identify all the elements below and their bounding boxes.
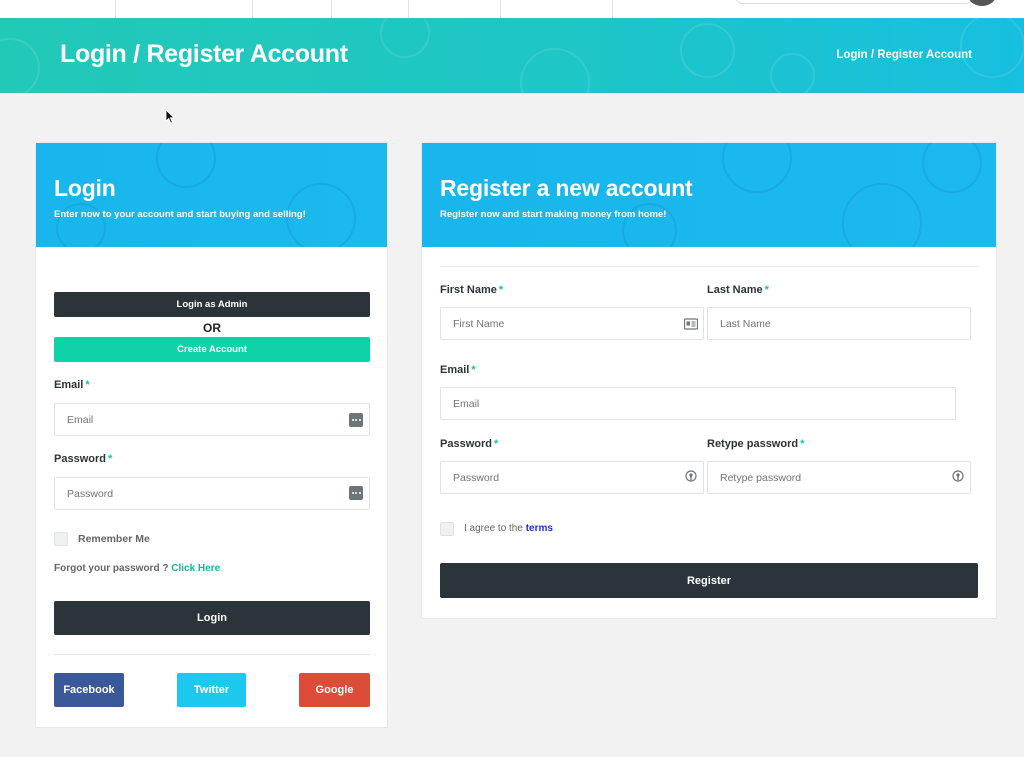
login-subtitle: Enter now to your account and start buyi… (54, 209, 306, 220)
register-card: Register a new account Register now and … (421, 142, 997, 619)
breadcrumb[interactable]: Login / Register Account (836, 49, 972, 61)
last-name-label-text: Last Name (707, 284, 763, 296)
register-title: Register a new account (440, 175, 693, 201)
first-name-label: First Name * (440, 284, 503, 296)
login-password-input[interactable] (54, 477, 370, 510)
header-doodle (842, 183, 922, 247)
header-doodle (156, 143, 216, 188)
last-name-input[interactable] (707, 307, 971, 340)
autofill-icon[interactable] (349, 413, 363, 427)
agree-terms-text: I agree to the terms (464, 523, 553, 534)
agree-text: I agree to the (464, 523, 523, 534)
nav-separator (115, 0, 116, 18)
nav-separator (408, 0, 409, 18)
or-separator: OR (203, 321, 221, 335)
first-name-label-text: First Name (440, 284, 497, 296)
twitter-login-button[interactable]: Twitter (177, 673, 246, 707)
register-email-label-text: Email (440, 364, 470, 376)
banner-doodle (680, 23, 735, 78)
email-label: Email * (54, 379, 90, 391)
banner-doodle (380, 18, 430, 58)
forgot-password-text: Forgot your password ? Click Here (54, 563, 220, 574)
required-mark: * (107, 453, 113, 465)
forgot-text: Forgot your password ? (54, 563, 169, 574)
key-icon[interactable] (684, 470, 698, 484)
retype-password-input[interactable] (707, 461, 971, 494)
required-mark: * (493, 438, 499, 450)
first-name-input[interactable] (440, 307, 704, 340)
register-subtitle: Register now and start making money from… (440, 209, 667, 220)
login-title: Login (54, 175, 116, 201)
header-doodle (722, 143, 792, 193)
page-banner: Login / Register Account Login / Registe… (0, 18, 1024, 93)
google-login-button[interactable]: Google (299, 673, 370, 707)
facebook-login-button[interactable]: Facebook (54, 673, 124, 707)
register-password-input[interactable] (440, 461, 704, 494)
top-nav (0, 0, 1024, 18)
autofill-icon[interactable] (349, 486, 363, 500)
retype-password-label-text: Retype password (707, 438, 799, 450)
forgot-password-link[interactable]: Click Here (171, 563, 220, 574)
contact-card-icon[interactable] (684, 317, 698, 331)
terms-link[interactable]: terms (526, 523, 553, 534)
register-button[interactable]: Register (440, 563, 978, 598)
password-label-text: Password (54, 453, 106, 465)
agree-terms-checkbox[interactable] (440, 522, 454, 536)
divider (440, 266, 978, 267)
search-button[interactable] (968, 0, 996, 6)
login-button[interactable]: Login (54, 601, 370, 635)
login-email-input[interactable] (54, 403, 370, 436)
key-icon[interactable] (951, 470, 965, 484)
header-doodle (922, 143, 982, 193)
register-password-label-text: Password (440, 438, 492, 450)
remember-me-checkbox[interactable] (54, 532, 68, 546)
login-as-admin-button[interactable]: Login as Admin (54, 292, 370, 317)
mouse-cursor-icon (165, 109, 175, 124)
banner-doodle (960, 18, 1024, 78)
required-mark: * (764, 284, 769, 296)
register-email-label: Email * (440, 364, 476, 376)
email-label-text: Email (54, 379, 84, 391)
nav-separator (612, 0, 613, 18)
register-email-input[interactable] (440, 387, 956, 420)
banner-doodle (770, 53, 815, 93)
search-input[interactable] (734, 0, 974, 4)
retype-password-label: Retype password * (707, 438, 804, 450)
last-name-label: Last Name * (707, 284, 769, 296)
remember-me-label: Remember Me (78, 533, 150, 545)
required-mark: * (800, 438, 805, 450)
divider (54, 654, 370, 655)
required-mark: * (85, 379, 90, 391)
nav-separator (500, 0, 501, 18)
banner-doodle (520, 48, 590, 93)
nav-separator (252, 0, 253, 18)
login-card-header: Login Enter now to your account and star… (36, 143, 387, 247)
register-card-header: Register a new account Register now and … (422, 143, 996, 247)
banner-doodle (0, 38, 40, 93)
register-password-label: Password * (440, 438, 498, 450)
password-label: Password * (54, 453, 112, 465)
required-mark: * (498, 284, 504, 296)
nav-separator (331, 0, 332, 18)
create-account-button[interactable]: Create Account (54, 337, 370, 362)
login-card: Login Enter now to your account and star… (35, 142, 388, 728)
required-mark: * (471, 364, 476, 376)
page-title: Login / Register Account (60, 40, 348, 68)
